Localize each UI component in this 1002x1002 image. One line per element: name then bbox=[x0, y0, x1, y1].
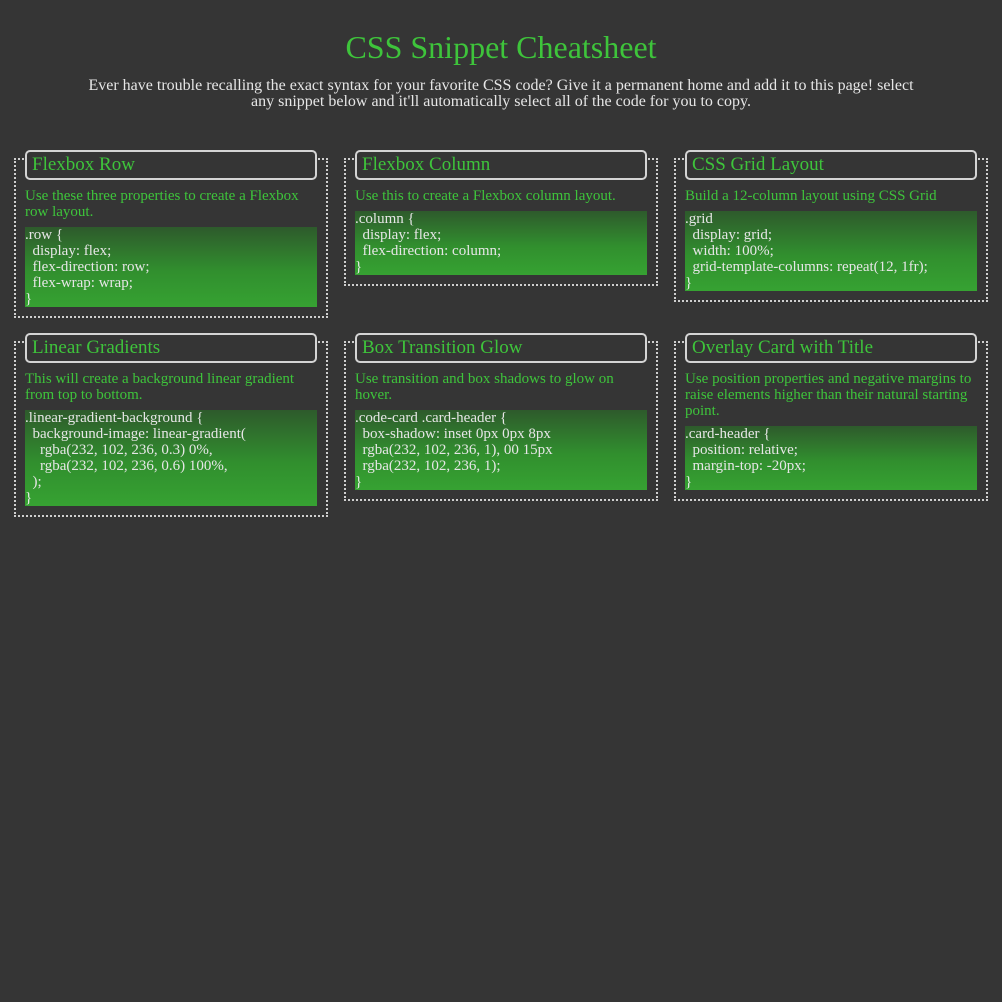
snippet-card-flexbox-column: Flexbox Column Use this to create a Flex… bbox=[344, 150, 658, 286]
card-header: Linear Gradients bbox=[25, 333, 317, 363]
code-snippet[interactable]: .row { display: flex; flex-direction: ro… bbox=[25, 227, 317, 307]
snippet-card-overlay-card-with-title: Overlay Card with Title Use position pro… bbox=[674, 333, 988, 501]
card-description: Use position properties and negative mar… bbox=[685, 371, 972, 419]
card-header: Overlay Card with Title bbox=[685, 333, 977, 363]
card-description: Use these three properties to create a F… bbox=[25, 188, 299, 220]
card-description: Use this to create a Flexbox column layo… bbox=[355, 188, 616, 204]
card-header: CSS Grid Layout bbox=[685, 150, 977, 180]
code-snippet[interactable]: .card-header { position: relative; margi… bbox=[685, 426, 977, 490]
code-snippet[interactable]: .grid display: grid; width: 100%; grid-t… bbox=[685, 211, 977, 291]
card-header: Box Transition Glow bbox=[355, 333, 647, 363]
snippet-card-linear-gradients: Linear Gradients This will create a back… bbox=[14, 333, 328, 517]
page-header: CSS Snippet Cheatsheet Ever have trouble… bbox=[0, 0, 1002, 110]
snippet-card-flexbox-row: Flexbox Row Use these three properties t… bbox=[14, 150, 328, 318]
card-description: Build a 12-column layout using CSS Grid bbox=[685, 188, 937, 204]
card-header: Flexbox Column bbox=[355, 150, 647, 180]
snippet-card-css-grid-layout: CSS Grid Layout Build a 12-column layout… bbox=[674, 150, 988, 302]
snippet-card-box-transition-glow: Box Transition Glow Use transition and b… bbox=[344, 333, 658, 501]
page: CSS Snippet Cheatsheet Ever have trouble… bbox=[0, 0, 1002, 1002]
code-snippet[interactable]: .linear-gradient-background { background… bbox=[25, 410, 317, 506]
page-title: CSS Snippet Cheatsheet bbox=[345, 29, 657, 65]
card-description: Use transition and box shadows to glow o… bbox=[355, 371, 614, 403]
code-snippet[interactable]: .code-card .card-header { box-shadow: in… bbox=[355, 410, 647, 490]
code-snippet[interactable]: .column { display: flex; flex-direction:… bbox=[355, 211, 647, 275]
snippet-grid: Flexbox Row Use these three properties t… bbox=[14, 150, 989, 517]
card-description: This will create a background linear gra… bbox=[25, 371, 295, 403]
page-intro: Ever have trouble recalling the exact sy… bbox=[88, 77, 914, 110]
card-header: Flexbox Row bbox=[25, 150, 317, 180]
